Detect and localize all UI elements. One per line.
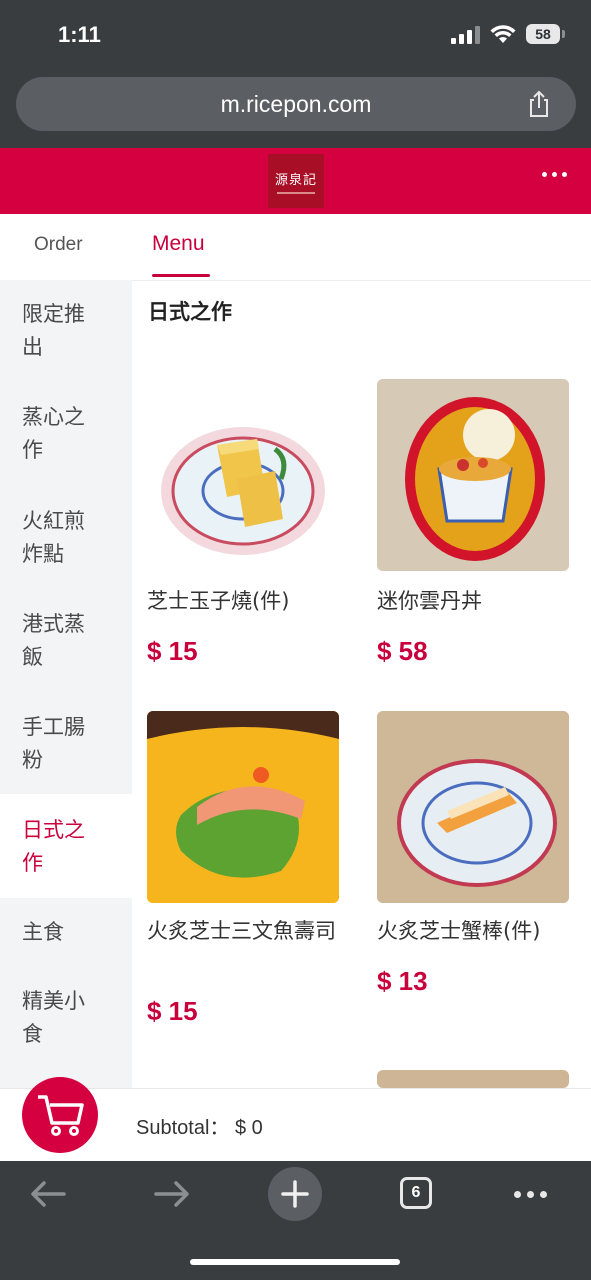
status-time: 1:11 bbox=[58, 22, 101, 47]
cart-button[interactable] bbox=[22, 1077, 98, 1153]
cart-icon bbox=[38, 1095, 84, 1136]
sidebar-item-fried[interactable]: 火紅煎炸點 bbox=[0, 505, 132, 595]
item-price: $ 15 bbox=[147, 996, 198, 1026]
item-name[interactable]: 火炙芝士蟹棒(件) bbox=[377, 916, 577, 946]
share-icon[interactable] bbox=[524, 89, 554, 119]
brand-header: 源泉記 bbox=[0, 148, 591, 214]
sidebar-item-label: 蒸心之作 bbox=[22, 405, 85, 462]
tab-menu[interactable]: Menu bbox=[152, 232, 205, 256]
plus-icon bbox=[281, 1180, 309, 1208]
item-name[interactable]: 芝士玉子燒(件) bbox=[147, 586, 347, 616]
item-name[interactable]: 迷你雲丹丼 bbox=[377, 586, 577, 616]
uni-bowl-icon bbox=[377, 379, 569, 571]
sidebar-item-label: 港式蒸飯 bbox=[22, 612, 85, 669]
cellular-signal-icon bbox=[451, 24, 480, 44]
more-menu-icon[interactable] bbox=[514, 1191, 547, 1198]
tab-order[interactable]: Order bbox=[34, 234, 83, 256]
forward-arrow-icon[interactable] bbox=[152, 1179, 192, 1209]
item-price: $ 15 bbox=[147, 636, 198, 666]
item-image[interactable] bbox=[377, 379, 569, 571]
tamagoyaki-plate-icon bbox=[161, 427, 325, 555]
category-sidebar: 限定推出 蒸心之作 火紅煎炸點 港式蒸飯 手工腸粉 日式之作 主食 精美小食 bbox=[0, 280, 132, 1088]
brand-logo[interactable]: 源泉記 bbox=[268, 154, 324, 208]
item-price: $ 58 bbox=[377, 636, 428, 666]
subtotal-label: Subtotal： bbox=[136, 1117, 230, 1139]
sidebar-item-label: 日式之作 bbox=[22, 818, 85, 875]
tabs-count-button[interactable]: 6 bbox=[400, 1177, 432, 1209]
wifi-icon bbox=[490, 25, 516, 43]
brand-logo-subline bbox=[277, 191, 315, 194]
salmon-sushi-leaf-icon bbox=[147, 711, 339, 903]
sidebar-item-main[interactable]: 主食 bbox=[0, 916, 132, 976]
cart-bar: Subtotal： $ 0 bbox=[0, 1077, 591, 1162]
item-name[interactable]: 火炙芝士三文魚壽司 bbox=[147, 916, 347, 946]
sidebar-item-label: 限定推出 bbox=[22, 302, 85, 359]
sidebar-item-label: 主食 bbox=[22, 920, 64, 944]
item-image[interactable] bbox=[147, 379, 339, 571]
tab-bar: Order Menu bbox=[0, 214, 591, 281]
status-icons: 58 bbox=[451, 24, 565, 44]
item-price: $ 13 bbox=[377, 966, 428, 996]
subtotal: Subtotal： $ 0 bbox=[136, 1111, 263, 1140]
sidebar-item-snacks[interactable]: 精美小食 bbox=[0, 985, 132, 1075]
url-bar[interactable]: m.ricepon.com bbox=[16, 77, 576, 131]
more-options-icon[interactable] bbox=[542, 172, 567, 177]
new-tab-button[interactable] bbox=[268, 1167, 322, 1221]
active-tab-indicator bbox=[152, 274, 210, 277]
brand-logo-text: 源泉記 bbox=[274, 172, 317, 188]
item-image[interactable] bbox=[147, 711, 339, 903]
sidebar-item-label: 火紅煎炸點 bbox=[22, 509, 85, 566]
battery-icon: 58 bbox=[526, 24, 560, 44]
sidebar-item-steamed[interactable]: 蒸心之作 bbox=[0, 401, 132, 491]
sidebar-item-japanese[interactable]: 日式之作 bbox=[0, 794, 132, 898]
item-image-partial bbox=[377, 1070, 569, 1088]
subtotal-value: $ 0 bbox=[234, 1117, 263, 1139]
sidebar-item-rice[interactable]: 港式蒸飯 bbox=[0, 608, 132, 698]
sidebar-item-limited[interactable]: 限定推出 bbox=[0, 298, 132, 388]
item-image[interactable] bbox=[377, 711, 569, 903]
section-title: 日式之作 bbox=[148, 300, 232, 324]
sidebar-item-rice-roll[interactable]: 手工腸粉 bbox=[0, 711, 132, 801]
sidebar-item-label: 手工腸粉 bbox=[22, 715, 85, 772]
home-indicator bbox=[190, 1259, 400, 1265]
crab-stick-plate-icon bbox=[377, 711, 569, 903]
url-text[interactable]: m.ricepon.com bbox=[16, 91, 576, 118]
battery-tip bbox=[562, 30, 565, 38]
back-arrow-icon[interactable] bbox=[28, 1179, 68, 1209]
sidebar-item-label: 精美小食 bbox=[22, 989, 85, 1046]
